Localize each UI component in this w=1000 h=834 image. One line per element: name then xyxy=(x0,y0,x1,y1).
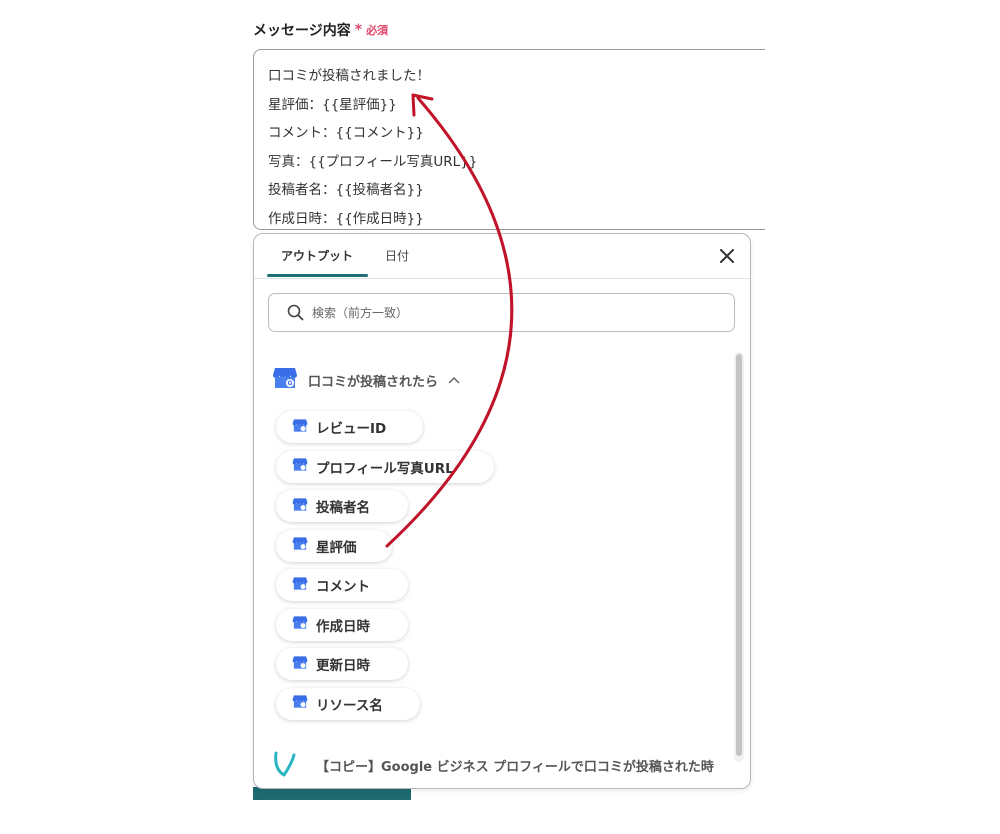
google-business-profile-icon xyxy=(292,694,308,713)
active-tab-indicator xyxy=(267,274,368,277)
close-icon xyxy=(720,249,734,263)
output-picker-panel: アウトプット 日付 G 口コミが投稿されたら レビューID xyxy=(253,233,751,789)
output-item-label: 作成日時 xyxy=(316,618,370,635)
output-item-label: リソース名 xyxy=(316,697,383,714)
required-text: 必須 xyxy=(366,24,389,37)
google-business-profile-icon xyxy=(292,536,308,555)
message-line: コメント：{{コメント}} xyxy=(268,125,424,141)
output-item-chip[interactable]: 更新日時 xyxy=(276,648,408,680)
search-icon xyxy=(287,304,304,321)
trigger-section-header[interactable]: G 口コミが投稿されたら xyxy=(272,366,460,394)
output-item-chip[interactable]: リソース名 xyxy=(276,687,420,720)
output-item-chip[interactable]: プロフィール写真URL xyxy=(276,450,494,483)
field-label: メッセージ内容 * 必須 xyxy=(253,20,388,40)
output-item-chip[interactable]: 星評価 xyxy=(276,529,392,562)
output-item-label: 星評価 xyxy=(316,539,357,556)
message-line: 投稿者名：{{投稿者名}} xyxy=(268,182,424,198)
flow-reference-text: 【コピー】Google ビジネス プロフィールで口コミが投稿された時 xyxy=(316,759,714,775)
message-textarea[interactable]: 口コミが投稿されました！ 星評価：{{星評価}} コメント：{{コメント}} 写… xyxy=(253,49,783,230)
flow-reference-row[interactable]: 【コピー】Google ビジネス プロフィールで口コミが投稿された時 xyxy=(270,749,740,781)
output-item-chip[interactable]: 投稿者名 xyxy=(276,490,408,522)
google-business-profile-icon xyxy=(292,457,308,476)
output-item-chip[interactable]: レビューID xyxy=(276,411,423,443)
chevron-up-icon xyxy=(448,376,460,384)
output-item-label: レビューID xyxy=(316,421,387,437)
search-input[interactable] xyxy=(310,304,714,321)
tab-date[interactable]: 日付 xyxy=(385,247,409,264)
output-item-label: プロフィール写真URL xyxy=(316,460,454,477)
output-item-label: コメント xyxy=(316,579,370,595)
field-label-text: メッセージ内容 xyxy=(253,23,351,39)
google-business-profile-icon xyxy=(292,497,308,516)
search-field xyxy=(268,293,735,332)
scrollbar-thumb[interactable] xyxy=(736,354,742,756)
message-line: 星評価：{{星評価}} xyxy=(268,96,397,113)
output-item-label: 投稿者名 xyxy=(316,500,370,516)
svg-text:G: G xyxy=(288,380,293,387)
output-item-chip[interactable]: コメント xyxy=(276,569,408,601)
message-line: 口コミが投稿されました！ xyxy=(268,68,430,84)
tab-bar: アウトプット 日付 xyxy=(254,234,750,279)
output-item-label: 更新日時 xyxy=(316,658,370,674)
message-line: 写真：{{プロフィール写真URL}} xyxy=(268,153,478,170)
google-business-profile-icon xyxy=(292,576,308,595)
google-business-profile-icon xyxy=(292,615,308,634)
yoom-logo-icon xyxy=(274,751,296,777)
crop-mask xyxy=(765,40,825,240)
message-line: 作成日時：{{作成日時}} xyxy=(268,210,424,227)
google-business-profile-icon xyxy=(292,655,308,674)
tab-output[interactable]: アウトプット xyxy=(281,247,353,264)
section-title: 口コミが投稿されたら xyxy=(308,374,439,390)
google-business-profile-icon: G xyxy=(272,366,298,394)
output-item-chip[interactable]: 作成日時 xyxy=(276,608,408,641)
close-button[interactable] xyxy=(717,246,737,266)
google-business-profile-icon xyxy=(292,418,308,437)
required-mark: * xyxy=(354,22,363,38)
